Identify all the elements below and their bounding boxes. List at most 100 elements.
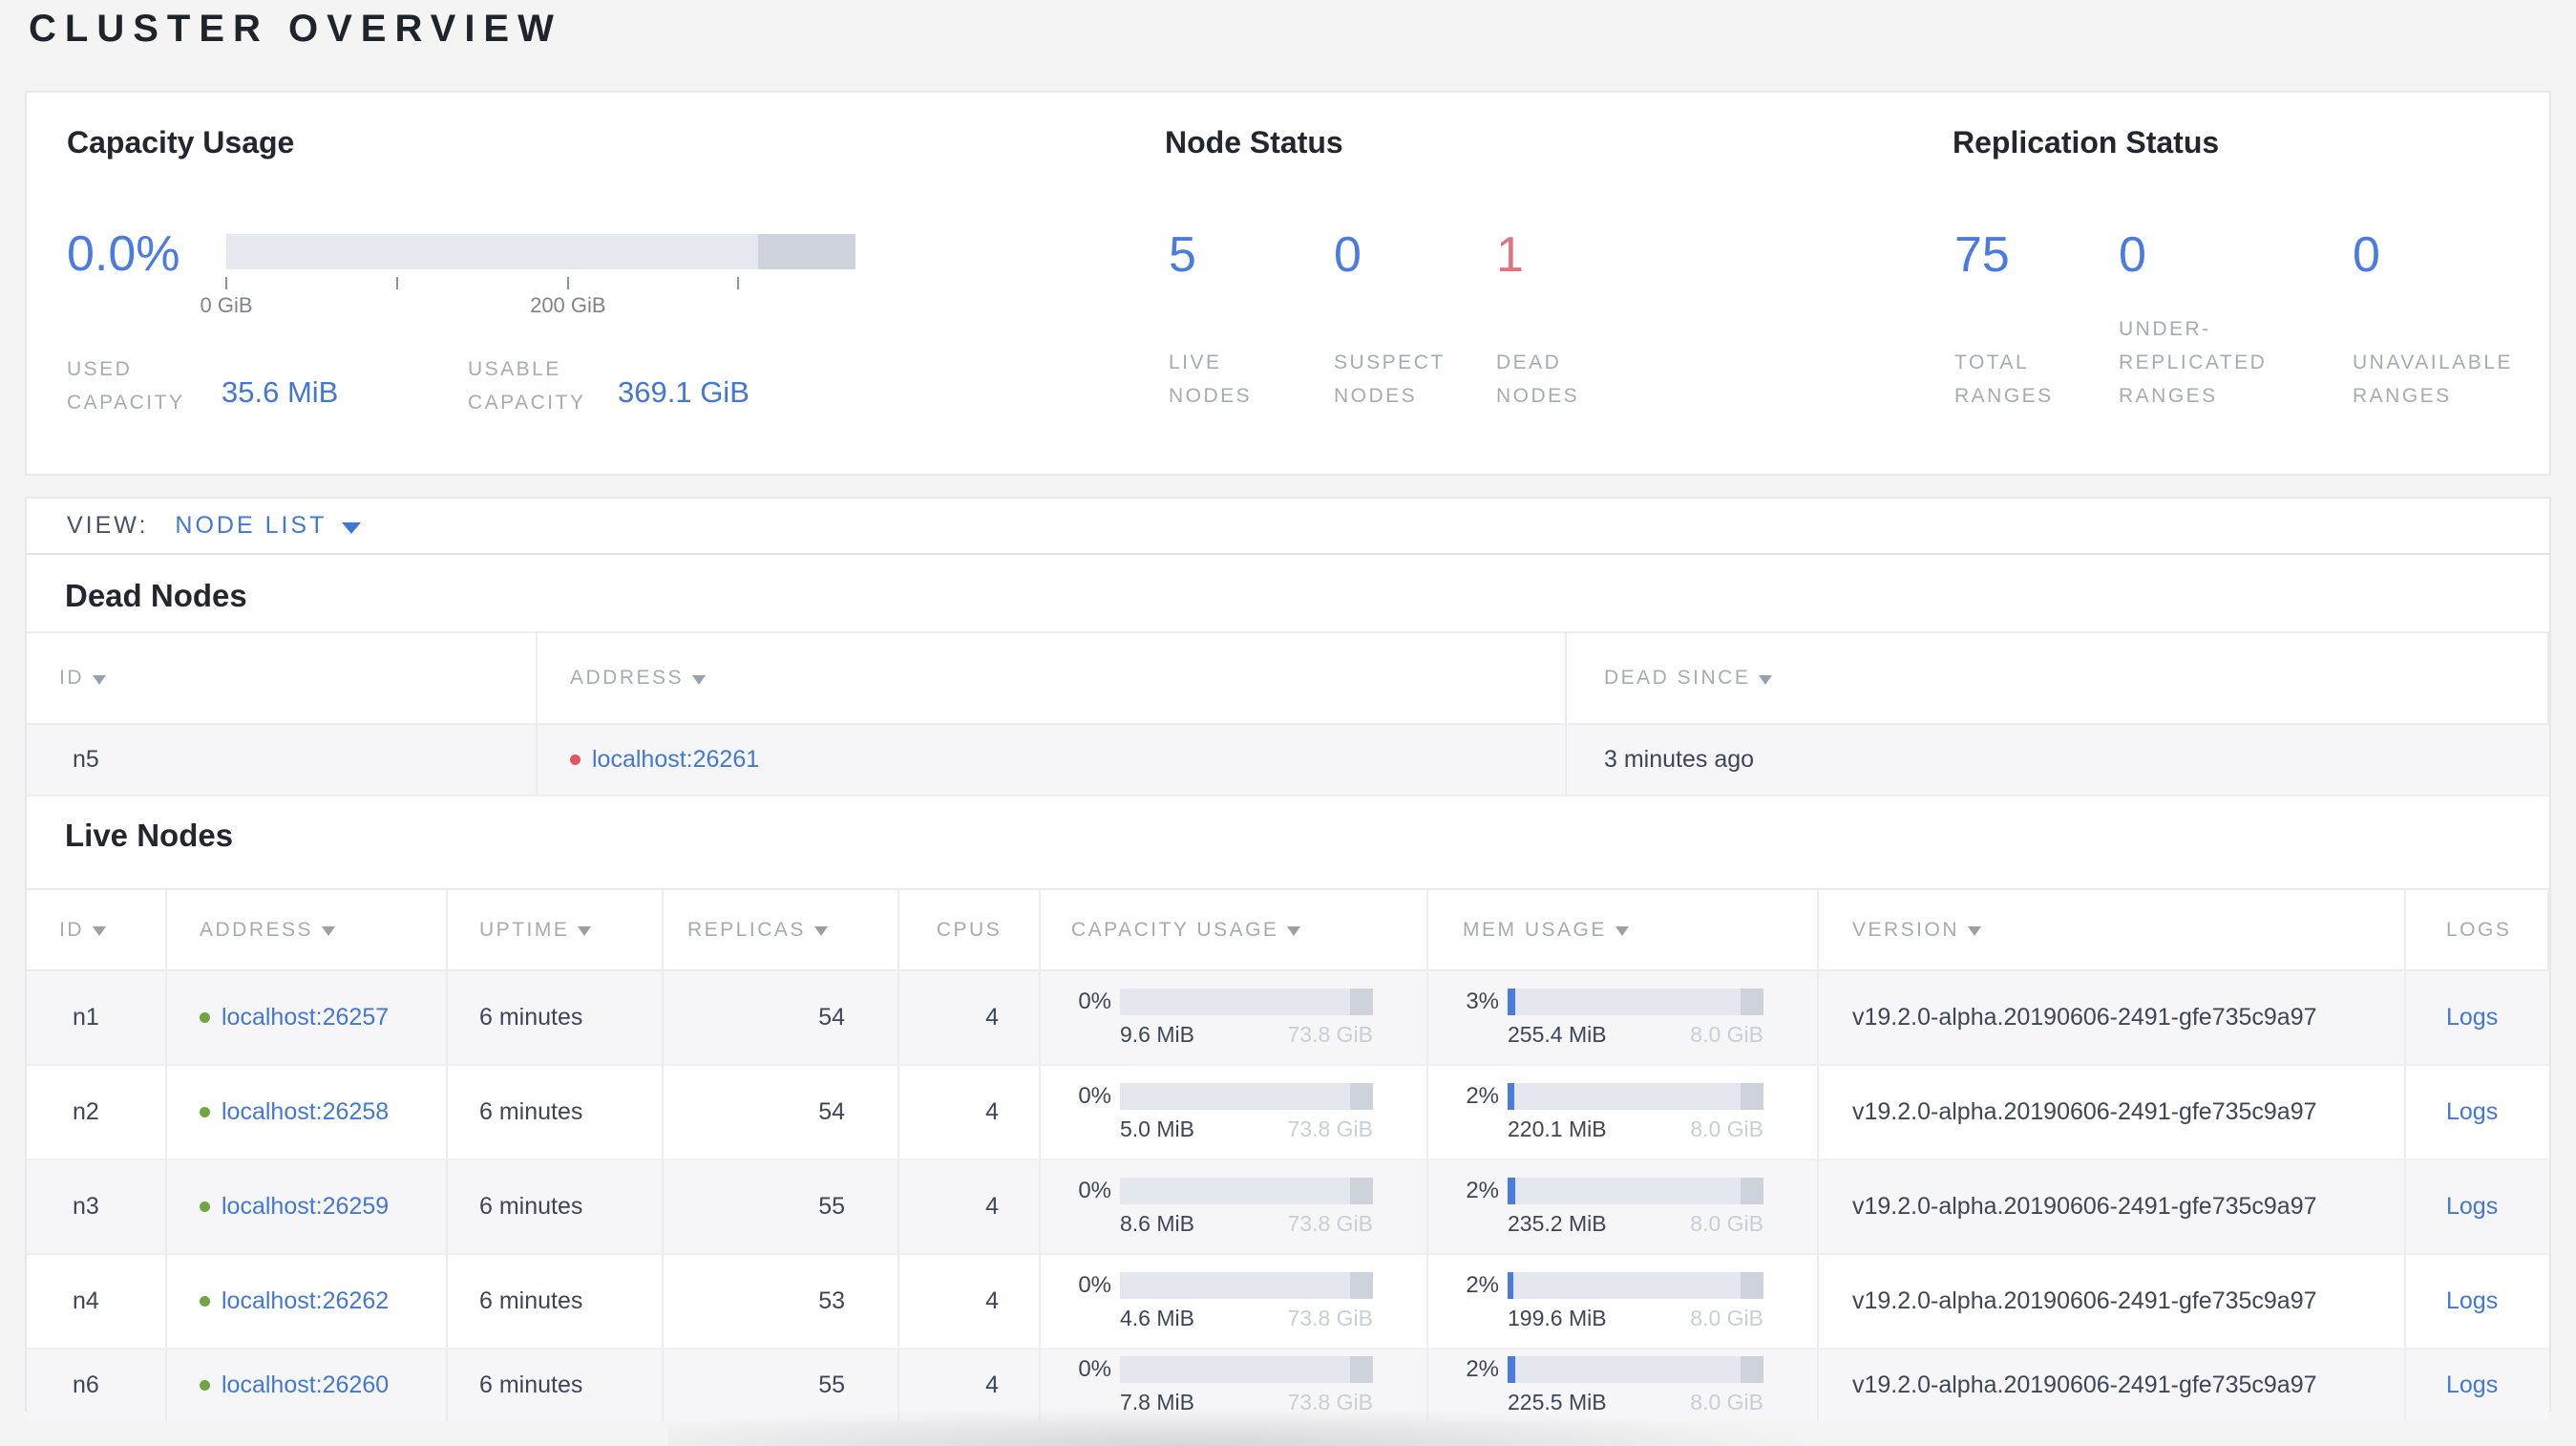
column-header[interactable]: ADDRESS: [167, 890, 448, 969]
column-header[interactable]: ID: [27, 890, 167, 969]
logs-cell: Logs: [2406, 1255, 2549, 1348]
capacity-meter: 0%: [1069, 1082, 1373, 1110]
logs-cell: Logs: [2406, 1160, 2549, 1253]
live-node-dot-icon: [200, 1296, 210, 1307]
column-header[interactable]: DEAD SINCE: [1567, 633, 2549, 723]
stat-value: 75: [1954, 227, 2010, 283]
sort-desc-icon: [93, 926, 106, 936]
live-node-dot-icon: [200, 1107, 210, 1117]
uptime-cell: 6 minutes: [448, 1066, 664, 1159]
cpus-cell: 4: [899, 971, 1041, 1064]
logs-link[interactable]: Logs: [2446, 1287, 2498, 1315]
mem-meter: 2%: [1457, 1355, 1763, 1383]
column-header: LOGS: [2406, 890, 2549, 969]
capacity-meter-reserved: [1350, 988, 1373, 1015]
node-address-link[interactable]: localhost:26261: [592, 746, 759, 774]
column-header-label: ADDRESS: [570, 667, 685, 689]
capacity-meter-track: [1120, 988, 1373, 1015]
logs-link[interactable]: Logs: [2446, 1004, 2498, 1031]
mem-percent: 3%: [1466, 988, 1499, 1014]
column-header-label: ADDRESS: [200, 918, 314, 941]
logs-cell: Logs: [2406, 1066, 2549, 1159]
capacity-percent: 0%: [1078, 988, 1111, 1014]
live-node-dot-icon: [200, 1380, 210, 1391]
column-header[interactable]: MEM USAGE: [1428, 890, 1819, 969]
sort-desc-icon: [1759, 674, 1773, 685]
capacity-percent: 0%: [1078, 1177, 1111, 1203]
live-nodes-table-body: n1 localhost:26257 6 minutes 54 4 0% 9.6…: [27, 971, 2549, 1421]
column-header-label: ID: [59, 918, 84, 941]
view-selected-value: NODE LIST: [175, 512, 327, 539]
mem-used-value: 220.1 MiB: [1508, 1116, 1607, 1141]
mem-total-value: 8.0 GiB: [1690, 1210, 1763, 1236]
mem-total-value: 8.0 GiB: [1690, 1305, 1763, 1330]
column-header[interactable]: ID: [27, 633, 538, 723]
node-address-link[interactable]: localhost:26257: [222, 1004, 389, 1031]
node-address-link[interactable]: localhost:26259: [222, 1193, 389, 1221]
column-header[interactable]: UPTIME: [448, 890, 664, 969]
column-header[interactable]: CAPACITY USAGE: [1041, 890, 1428, 969]
capacity-used-value: 8.6 MiB: [1120, 1210, 1194, 1236]
node-status-stat: 0 SUSPECT NODES: [1334, 226, 1496, 451]
axis-tick-mark: [566, 277, 569, 289]
logs-link[interactable]: Logs: [2446, 1098, 2498, 1126]
cpus-cell: 4: [899, 1255, 1041, 1348]
logs-link[interactable]: Logs: [2446, 1372, 2498, 1399]
version-cell: v19.2.0-alpha.20190606-2491-gfe735c9a97: [1819, 1350, 2406, 1421]
mem-percent: 2%: [1466, 1355, 1499, 1382]
mem-usage-cell: 2% 220.1 MiB 8.0 GiB: [1428, 1066, 1819, 1159]
uptime-cell: 6 minutes: [448, 1350, 664, 1421]
stat-value: 5: [1169, 227, 1196, 283]
mem-percent: 2%: [1466, 1177, 1499, 1203]
replicas-cell: 53: [664, 1255, 899, 1348]
live-node-dot-icon: [200, 1201, 210, 1212]
node-address-link[interactable]: localhost:26258: [222, 1098, 389, 1126]
mem-meter-fill: [1508, 1355, 1515, 1383]
replication-status-stats: 75 TOTAL RANGES 0 UNDER- REPLICATED RANG…: [1954, 226, 2572, 451]
mem-used-value: 199.6 MiB: [1508, 1305, 1607, 1330]
column-header-label: CAPACITY USAGE: [1071, 918, 1279, 941]
capacity-meter-reserved: [1350, 1271, 1373, 1299]
node-address-link[interactable]: localhost:26262: [222, 1287, 389, 1315]
column-header[interactable]: REPLICAS: [664, 890, 899, 969]
stat-label: LIVE NODES: [1169, 351, 1253, 407]
uptime-cell: 6 minutes: [448, 1255, 664, 1348]
stat-value: 1: [1496, 227, 1524, 283]
mem-meter: 2%: [1457, 1177, 1763, 1204]
capacity-total-value: 73.8 GiB: [1287, 1116, 1374, 1141]
mem-meter-track: [1508, 1082, 1763, 1110]
replicas-cell: 54: [664, 1066, 899, 1159]
live-nodes-table-header: ID ADDRESS UPTIME REPLICAS CPUS CAPACITY…: [27, 888, 2549, 971]
version-cell: v19.2.0-alpha.20190606-2491-gfe735c9a97: [1819, 1255, 2406, 1348]
page-title: CLUSTER OVERVIEW: [29, 8, 562, 50]
mem-meter-track: [1508, 988, 1763, 1015]
mem-usage-cell: 2% 235.2 MiB 8.0 GiB: [1428, 1160, 1819, 1253]
stat-label: TOTAL RANGES: [1954, 351, 2054, 407]
column-header-label: VERSION: [1852, 918, 1960, 941]
mem-meter-reserved: [1740, 1271, 1763, 1299]
cpus-cell: 4: [899, 1066, 1041, 1159]
column-header[interactable]: VERSION: [1819, 890, 2406, 969]
node-address-link[interactable]: localhost:26260: [222, 1372, 389, 1399]
table-row: n4 localhost:26262 6 minutes 53 4 0% 4.6…: [27, 1255, 2549, 1350]
mem-usage-cell: 2% 199.6 MiB 8.0 GiB: [1428, 1255, 1819, 1348]
node-id-cell: n2: [27, 1066, 167, 1159]
axis-tick-mark: [737, 277, 740, 289]
capacity-usage-cell: 0% 5.0 MiB 73.8 GiB: [1041, 1066, 1428, 1159]
usable-capacity-value: 369.1 GiB: [618, 375, 750, 409]
column-header[interactable]: ADDRESS: [538, 633, 1567, 723]
capacity-meter-reserved: [1350, 1355, 1373, 1383]
logs-link[interactable]: Logs: [2446, 1193, 2498, 1221]
sort-desc-icon: [322, 926, 336, 936]
capacity-usage-cell: 0% 8.6 MiB 73.8 GiB: [1041, 1160, 1428, 1253]
sort-desc-icon: [1968, 926, 1982, 936]
mem-usage-cell: 2% 225.5 MiB 8.0 GiB: [1428, 1350, 1819, 1421]
sort-desc-icon: [578, 926, 592, 936]
mem-meter-fill: [1508, 1271, 1514, 1299]
capacity-meter: 0%: [1069, 1177, 1373, 1204]
live-node-dot-icon: [200, 1012, 210, 1023]
table-row: n5 localhost:26261 3 minutes ago: [27, 725, 2549, 797]
capacity-used-value: 9.6 MiB: [1120, 1021, 1194, 1047]
column-header: CPUS: [899, 890, 1041, 969]
view-selector-dropdown[interactable]: NODE LIST: [175, 512, 362, 540]
